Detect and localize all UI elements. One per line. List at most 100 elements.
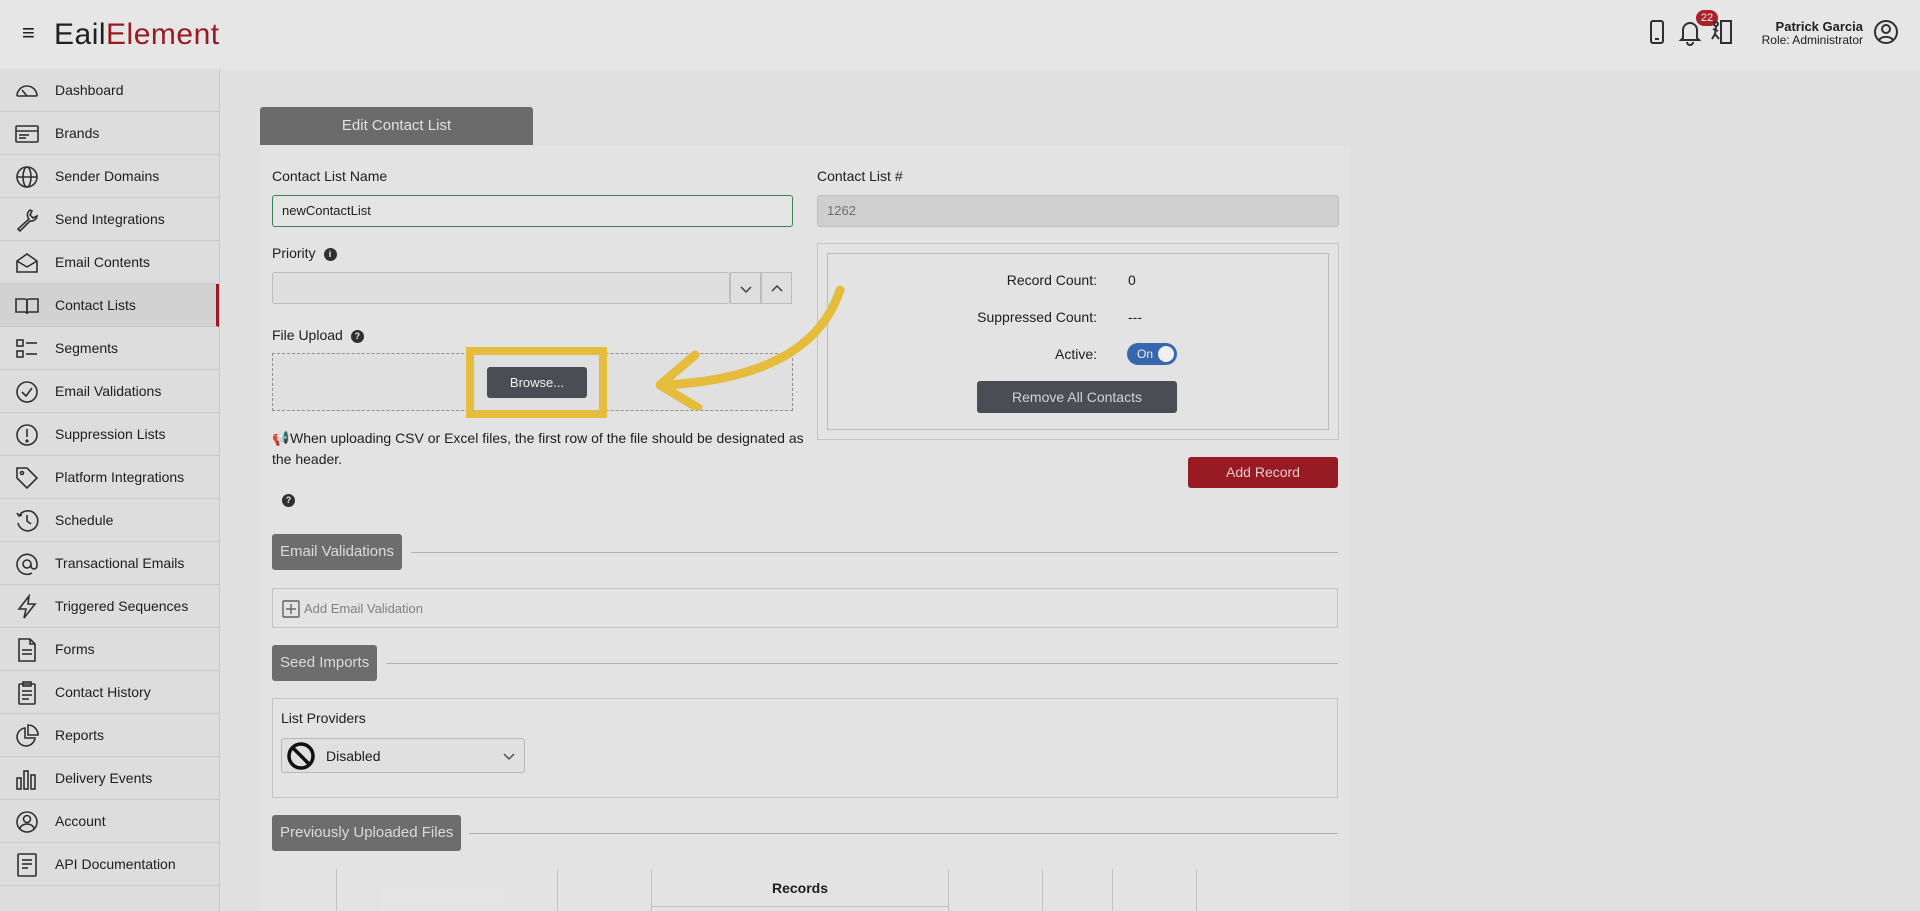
sidebar-item-email-contents[interactable]: Email Contents — [0, 241, 219, 284]
book-icon — [14, 293, 40, 319]
sidebar-item-contact-history[interactable]: Contact History — [0, 671, 219, 714]
exclamation-circle-icon — [14, 422, 40, 448]
active-toggle[interactable]: On — [1127, 343, 1177, 365]
plus-square-icon — [282, 600, 300, 618]
sidebar-item-label: Transactional Emails — [55, 555, 185, 571]
toggle-knob — [1158, 346, 1174, 362]
top-header: ≡ EailElement 22 Patrick Garcia Role: Ad… — [0, 0, 1920, 69]
menu-icon[interactable]: ≡ — [22, 22, 35, 44]
tab-edit-contact-list[interactable]: Edit Contact List — [260, 107, 533, 145]
megaphone-icon: 📢 — [272, 430, 290, 446]
active-label: Active: — [1054, 346, 1097, 362]
user-circle-icon — [14, 809, 40, 835]
sidebar-item-platform-integrations[interactable]: Platform Integrations — [0, 456, 219, 499]
remove-all-contacts-button[interactable]: Remove All Contacts — [977, 381, 1177, 413]
pie-chart-icon — [14, 723, 40, 749]
sidebar-item-suppression-lists[interactable]: Suppression Lists — [0, 413, 219, 456]
sidebar-item-forms[interactable]: Forms — [0, 628, 219, 671]
user-name: Patrick Garcia — [1775, 19, 1863, 34]
sidebar-item-schedule[interactable]: Schedule — [0, 499, 219, 542]
email-validations-section-title[interactable]: Email Validations — [272, 534, 402, 570]
sidebar-item-transactional-emails[interactable]: Transactional Emails — [0, 542, 219, 585]
sidebar-item-brands[interactable]: Brands — [0, 112, 219, 155]
sidebar-item-label: Sender Domains — [55, 168, 160, 184]
sidebar-item-reports[interactable]: Reports — [0, 714, 219, 757]
chevron-down-icon — [503, 753, 515, 761]
api-doc-icon — [14, 852, 40, 878]
table-column-divider — [557, 869, 558, 911]
priority-label-text: Priority — [272, 245, 316, 261]
tag-icon — [14, 465, 40, 491]
contact-list-name-label: Contact List Name — [272, 168, 388, 184]
file-upload-label-text: File Upload — [272, 327, 343, 343]
sidebar-item-label: Reports — [55, 727, 105, 743]
table-column-divider — [1042, 869, 1043, 911]
upload-note: 📢When uploading CSV or Excel files, the … — [272, 428, 812, 470]
gauge-icon — [14, 78, 40, 104]
logo-text-e: E — [54, 18, 75, 51]
suppressed-count-label: Suppressed Count: — [977, 309, 1097, 325]
sidebar-item-send-integrations[interactable]: Send Integrations — [0, 198, 219, 241]
ban-icon — [287, 742, 315, 770]
sidebar-item-api-documentation[interactable]: API Documentation — [0, 843, 219, 886]
sidebar-item-label: Platform Integrations — [55, 469, 185, 485]
add-email-validation-label: Add Email Validation — [304, 601, 423, 616]
document-icon — [14, 637, 40, 663]
suppressed-count-value: --- — [1128, 309, 1142, 325]
browse-button[interactable]: Browse... — [487, 367, 587, 398]
section-divider — [411, 552, 1338, 553]
record-count-label: Record Count: — [1006, 272, 1097, 288]
info-icon[interactable]: i — [323, 247, 337, 261]
seed-imports-section-title[interactable]: Seed Imports — [272, 645, 378, 681]
logo-text-mail: ail — [74, 18, 107, 51]
section-divider — [386, 663, 1338, 664]
brand-card-icon — [14, 121, 40, 147]
sidebar-item-dashboard[interactable]: Dashboard — [0, 69, 219, 112]
add-record-button[interactable]: Add Record — [1188, 457, 1338, 488]
list-providers-label: List Providers — [281, 710, 366, 726]
sidebar-item-label: Delivery Events — [55, 770, 153, 786]
user-role: Role: Administrator — [1761, 33, 1863, 47]
add-email-validation-button[interactable]: Add Email Validation — [272, 588, 1338, 628]
sidebar-item-segments[interactable]: Segments — [0, 327, 219, 370]
list-providers-selected: Disabled — [326, 748, 381, 764]
lightning-icon — [14, 593, 40, 620]
user-avatar-icon[interactable] — [1871, 17, 1901, 47]
logo[interactable]: EailElement — [54, 18, 220, 52]
table-column-divider — [1196, 869, 1197, 911]
clock-history-icon — [14, 508, 40, 534]
mobile-phone-icon[interactable] — [1642, 17, 1672, 47]
sidebar-item-label: Forms — [55, 641, 95, 657]
clipboard-icon — [14, 680, 40, 706]
priority-increment-button[interactable] — [761, 272, 792, 304]
help-icon[interactable]: ? — [282, 494, 295, 507]
toggle-state-text: On — [1137, 347, 1154, 361]
contact-list-name-input[interactable]: newContactList — [272, 195, 793, 227]
records-column-header: Records — [771, 880, 829, 896]
priority-input[interactable] — [272, 272, 730, 304]
wrench-icon — [14, 207, 40, 233]
sidebar-item-label: Dashboard — [55, 82, 124, 98]
sidebar-item-label: Contact History — [55, 684, 151, 700]
sidebar-item-label: Suppression Lists — [55, 426, 166, 442]
sidebar-item-email-validations[interactable]: Email Validations — [0, 370, 219, 413]
list-providers-select[interactable]: Disabled — [281, 738, 525, 773]
envelope-open-icon — [14, 250, 40, 276]
sidebar-item-account[interactable]: Account — [0, 800, 219, 843]
exit-door-icon[interactable] — [1707, 17, 1737, 47]
bar-chart-icon — [14, 766, 40, 792]
globe-icon — [14, 164, 40, 190]
records-header-underline — [651, 906, 948, 907]
sidebar-item-delivery-events[interactable]: Delivery Events — [0, 757, 219, 800]
priority-label: Priority i — [272, 245, 337, 261]
sidebar-item-sender-domains[interactable]: Sender Domains — [0, 155, 219, 198]
priority-decrement-button[interactable] — [730, 272, 761, 304]
contact-list-number-field: 1262 — [817, 195, 1339, 227]
sidebar-item-triggered-sequences[interactable]: Triggered Sequences — [0, 585, 219, 628]
upload-note-text: When uploading CSV or Excel files, the f… — [272, 430, 804, 467]
help-icon[interactable]: ? — [350, 329, 364, 343]
previously-uploaded-files-section-title[interactable]: Previously Uploaded Files — [272, 815, 462, 851]
sidebar-item-label: Contact Lists — [55, 297, 136, 313]
file-upload-label: File Upload? — [272, 327, 364, 343]
sidebar-item-contact-lists[interactable]: Contact Lists — [0, 284, 219, 327]
